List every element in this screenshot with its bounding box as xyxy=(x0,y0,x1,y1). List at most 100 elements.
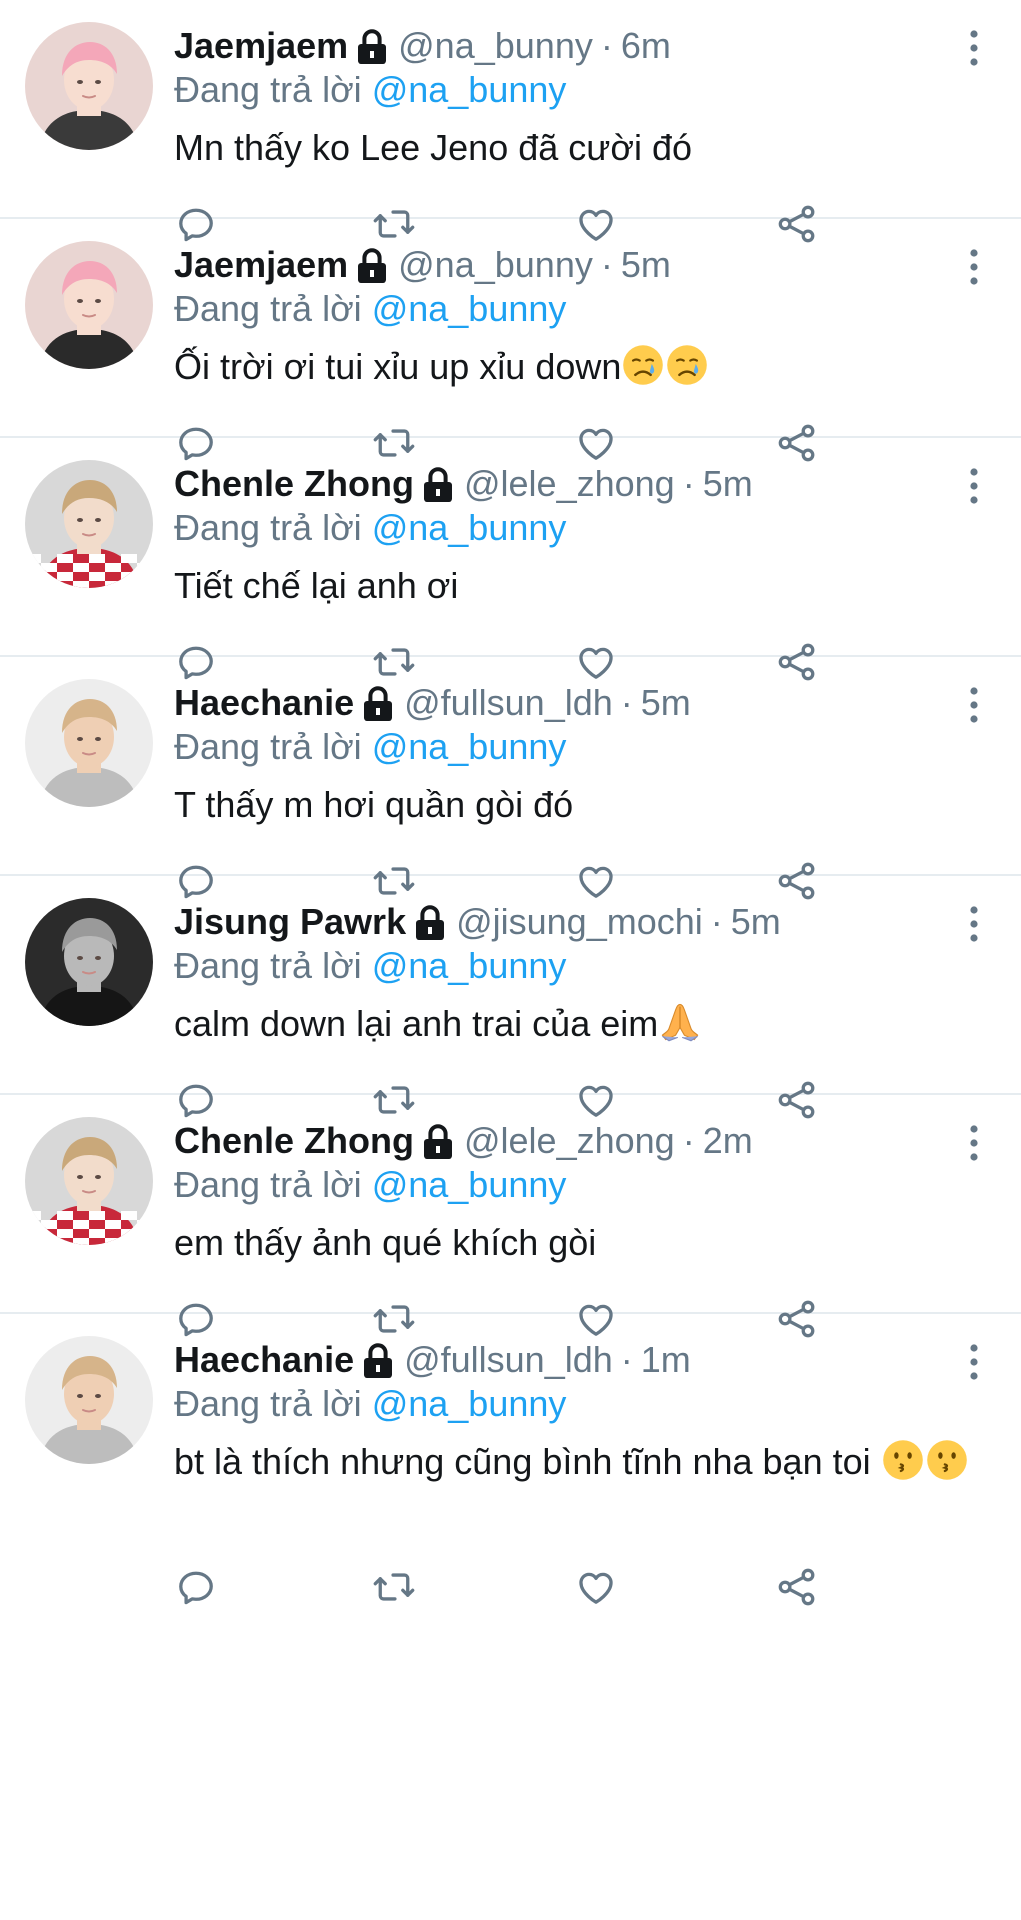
timestamp[interactable]: 5m xyxy=(731,898,781,946)
timestamp[interactable]: 1m xyxy=(641,1336,691,1384)
lock-icon xyxy=(362,685,394,721)
replying-to: Đang trả lời @na_bunny xyxy=(174,1163,566,1207)
tweet-header: Chenle Zhong @lele_zhong · 2m xyxy=(174,1117,753,1165)
user-handle[interactable]: @na_bunny xyxy=(398,241,593,289)
kissing-face-emoji xyxy=(925,1438,969,1496)
separator-dot: · xyxy=(600,25,613,66)
replying-to: Đang trả lời @na_bunny xyxy=(174,287,566,331)
timestamp[interactable]: 2m xyxy=(703,1117,753,1165)
reply-to-link[interactable]: @na_bunny xyxy=(372,945,567,986)
reply-prefix: Đang trả lời xyxy=(174,945,362,986)
tweet[interactable]: Jaemjaem @na_bunny · 6m Đang trả lời @na_… xyxy=(0,0,1021,243)
display-name[interactable]: Chenle Zhong xyxy=(174,1117,414,1165)
reply-prefix: Đang trả lời xyxy=(174,507,362,548)
more-options-icon[interactable] xyxy=(967,466,981,506)
more-options-icon[interactable] xyxy=(967,904,981,944)
replying-to: Đang trả lời @na_bunny xyxy=(174,944,566,988)
reply-prefix: Đang trả lời xyxy=(174,726,362,767)
reply-prefix: Đang trả lời xyxy=(174,69,362,110)
tweet-body: Mn thấy ko Lee Jeno đã cười đó xyxy=(174,127,693,168)
avatar[interactable] xyxy=(25,241,153,369)
separator-dot: · xyxy=(710,901,723,942)
lock-icon xyxy=(422,1123,454,1159)
display-name[interactable]: Haechanie xyxy=(174,679,354,727)
reply-to-link[interactable]: @na_bunny xyxy=(372,1383,567,1424)
tweet-header: Jisung Pawrk @jisung_mochi · 5m xyxy=(174,898,781,946)
separator-dot: · xyxy=(600,244,613,285)
avatar[interactable] xyxy=(25,1336,153,1464)
tweet[interactable]: Jisung Pawrk @jisung_mochi · 5m Đang trả… xyxy=(0,876,1021,1119)
replying-to: Đang trả lời @na_bunny xyxy=(174,68,566,112)
like-icon[interactable] xyxy=(574,1565,618,1609)
reply-to-link[interactable]: @na_bunny xyxy=(372,1164,567,1205)
separator-dot: · xyxy=(682,463,695,504)
user-handle[interactable]: @lele_zhong xyxy=(464,1117,675,1165)
crying-face-emoji xyxy=(665,343,709,401)
timeline: Jaemjaem @na_bunny · 6m Đang trả lời @na_… xyxy=(0,0,1021,1920)
separator-dot: · xyxy=(620,1339,633,1380)
tweet-header: Haechanie @fullsun_ldh · 5m xyxy=(174,679,691,727)
avatar[interactable] xyxy=(25,679,153,807)
tweet-text: bt là thích nhưng cũng bình tĩnh nha bạn… xyxy=(174,1436,974,1496)
tweet-header: Jaemjaem @na_bunny · 5m xyxy=(174,241,671,289)
tweet[interactable]: Haechanie @fullsun_ldh · 5m Đang trả lời… xyxy=(0,657,1021,900)
reply-prefix: Đang trả lời xyxy=(174,1383,362,1424)
more-options-icon[interactable] xyxy=(967,1123,981,1163)
tweet-body: em thấy ảnh qué khích gòi xyxy=(174,1222,597,1263)
reply-to-link[interactable]: @na_bunny xyxy=(372,288,567,329)
tweet-header: Chenle Zhong @lele_zhong · 5m xyxy=(174,460,753,508)
tweet-body: bt là thích nhưng cũng bình tĩnh nha bạn… xyxy=(174,1441,881,1482)
tweet[interactable]: Haechanie @fullsun_ldh · 1m Đang trả lời… xyxy=(0,1314,1021,1614)
reply-to-link[interactable]: @na_bunny xyxy=(372,69,567,110)
crying-face-emoji xyxy=(621,343,665,401)
display-name[interactable]: Jisung Pawrk xyxy=(174,898,406,946)
lock-icon xyxy=(356,28,388,64)
kissing-face-emoji xyxy=(881,1438,925,1496)
separator-dot: · xyxy=(620,682,633,723)
avatar[interactable] xyxy=(25,460,153,588)
tweet-text: calm down lại anh trai của eim xyxy=(174,998,974,1058)
more-options-icon[interactable] xyxy=(967,247,981,287)
tweet-body: T thấy m hơi quần gòi đó xyxy=(174,784,574,825)
replying-to: Đang trả lời @na_bunny xyxy=(174,725,566,769)
tweet[interactable]: Chenle Zhong @lele_zhong · 5m Đang trả l… xyxy=(0,438,1021,681)
tweet-body: Tiết chế lại anh ơi xyxy=(174,565,459,606)
tweet-text: T thấy m hơi quần gòi đó xyxy=(174,779,974,831)
user-handle[interactable]: @lele_zhong xyxy=(464,460,675,508)
lock-icon xyxy=(356,247,388,283)
tweet-text: Tiết chế lại anh ơi xyxy=(174,560,974,612)
timestamp[interactable]: 5m xyxy=(621,241,671,289)
tweet-body: Ối trời ơi tui xỉu up xỉu down xyxy=(174,346,622,387)
avatar[interactable] xyxy=(25,22,153,150)
avatar[interactable] xyxy=(25,898,153,1026)
display-name[interactable]: Jaemjaem xyxy=(174,241,348,289)
tweet[interactable]: Jaemjaem @na_bunny · 5m Đang trả lời @na_… xyxy=(0,219,1021,462)
display-name[interactable]: Haechanie xyxy=(174,1336,354,1384)
more-options-icon[interactable] xyxy=(967,1342,981,1382)
timestamp[interactable]: 5m xyxy=(641,679,691,727)
reply-icon[interactable] xyxy=(174,1565,218,1609)
tweet[interactable]: Chenle Zhong @lele_zhong · 2m Đang trả l… xyxy=(0,1095,1021,1338)
timestamp[interactable]: 5m xyxy=(703,460,753,508)
tweet-text: Ối trời ơi tui xỉu up xỉu down xyxy=(174,341,974,401)
replying-to: Đang trả lời @na_bunny xyxy=(174,1382,566,1426)
more-options-icon[interactable] xyxy=(967,685,981,725)
lock-icon xyxy=(414,904,446,940)
reply-to-link[interactable]: @na_bunny xyxy=(372,726,567,767)
lock-icon xyxy=(422,466,454,502)
display-name[interactable]: Jaemjaem xyxy=(174,22,348,70)
separator-dot: · xyxy=(682,1120,695,1161)
timestamp[interactable]: 6m xyxy=(621,22,671,70)
user-handle[interactable]: @fullsun_ldh xyxy=(404,1336,613,1384)
share-icon[interactable] xyxy=(775,1565,819,1609)
avatar[interactable] xyxy=(25,1117,153,1245)
tweet-body: calm down lại anh trai của eim xyxy=(174,1003,659,1044)
retweet-icon[interactable] xyxy=(372,1565,416,1609)
user-handle[interactable]: @fullsun_ldh xyxy=(404,679,613,727)
tweet-header: Haechanie @fullsun_ldh · 1m xyxy=(174,1336,691,1384)
user-handle[interactable]: @jisung_mochi xyxy=(456,898,703,946)
display-name[interactable]: Chenle Zhong xyxy=(174,460,414,508)
reply-to-link[interactable]: @na_bunny xyxy=(372,507,567,548)
user-handle[interactable]: @na_bunny xyxy=(398,22,593,70)
more-options-icon[interactable] xyxy=(967,28,981,68)
